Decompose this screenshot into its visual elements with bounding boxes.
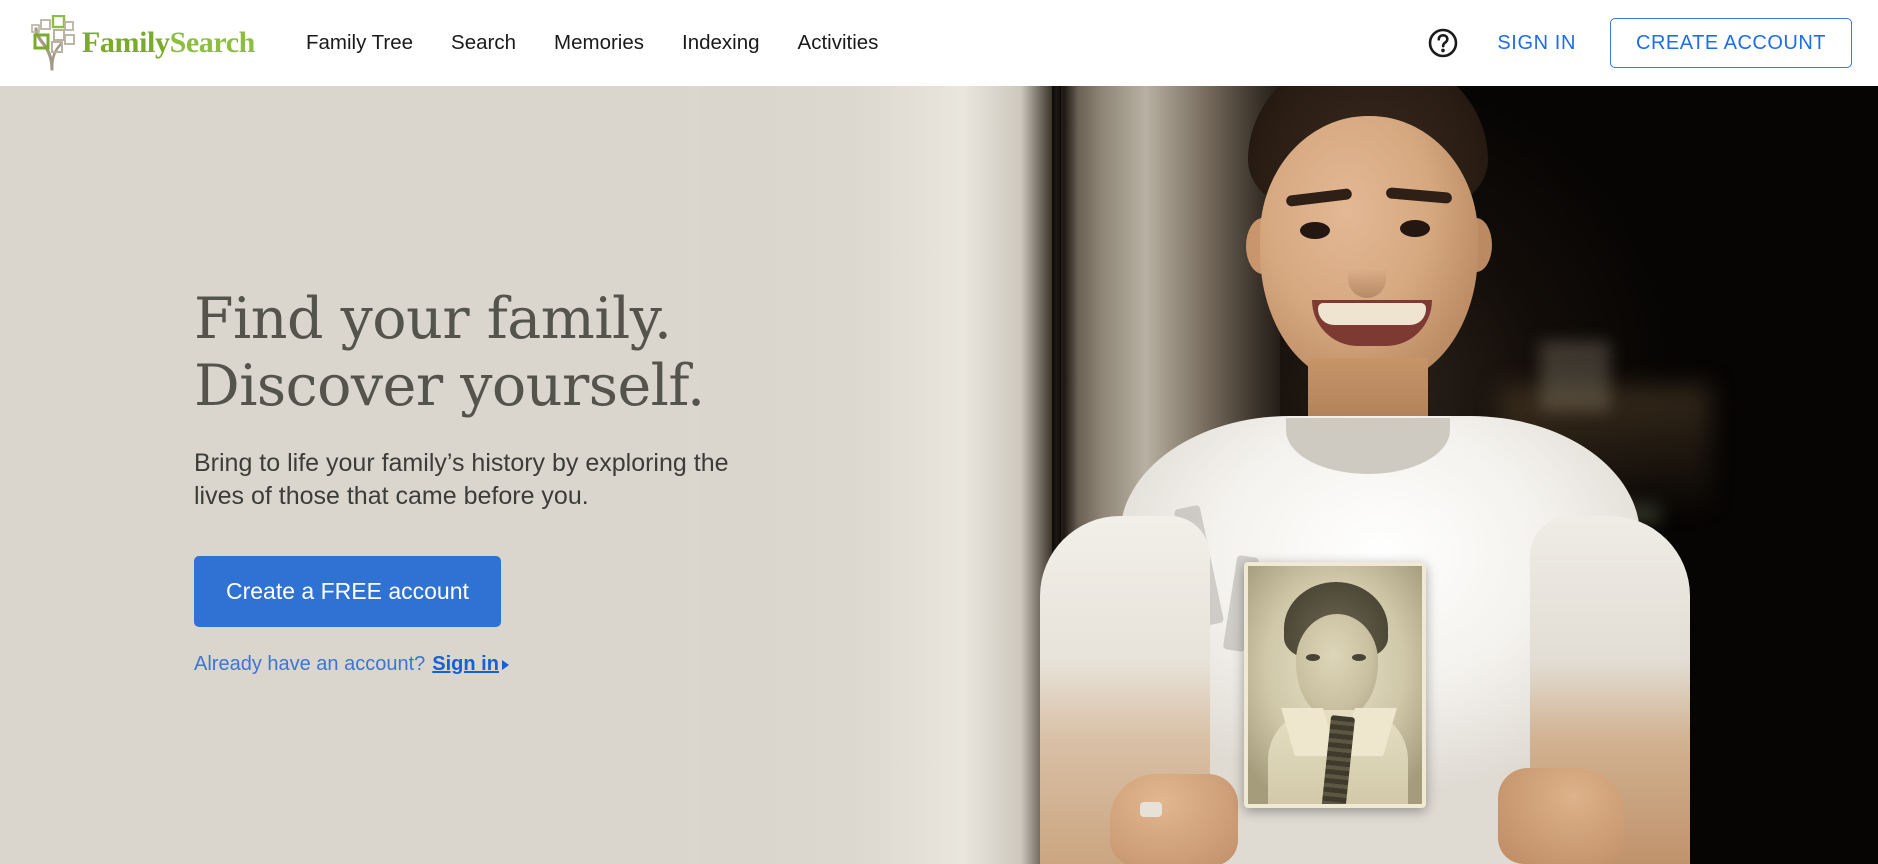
vintage-portrait-image [1248, 566, 1422, 804]
hero-sign-in-link[interactable]: Sign in [432, 653, 509, 676]
boy-ring [1140, 802, 1162, 817]
header-actions: SIGN IN CREATE ACCOUNT [1427, 18, 1852, 68]
family-tree-logo-icon [31, 15, 75, 71]
hero-subtitle: Bring to life your family’s history by e… [194, 448, 729, 511]
boy-hand-right [1498, 768, 1624, 864]
site-header: FamilySearch Family Tree Search Memories… [0, 0, 1878, 86]
main-navigation: Family Tree Search Memories Indexing Act… [287, 23, 897, 64]
hero-signin-row[interactable]: Already have an account? Sign in [194, 653, 814, 676]
logo-word-family: Family [82, 26, 170, 59]
boy-hand-left [1110, 774, 1238, 864]
boy-eye-left [1300, 222, 1330, 239]
familysearch-logo[interactable]: FamilySearch [28, 15, 255, 71]
hero-copy: Find your family. Discover yourself. Bri… [194, 286, 814, 676]
hero-signin-prompt: Already have an account? [194, 652, 426, 675]
create-free-account-button[interactable]: Create a FREE account [194, 555, 501, 627]
page-title: Find your family. Discover yourself. [194, 286, 814, 421]
nav-item-memories[interactable]: Memories [535, 23, 663, 64]
vintage-portrait-eye-left [1306, 654, 1320, 661]
sign-in-link[interactable]: SIGN IN [1497, 32, 1576, 55]
create-account-button[interactable]: CREATE ACCOUNT [1610, 18, 1852, 68]
nav-item-activities[interactable]: Activities [779, 23, 898, 64]
logo-wordmark: FamilySearch [82, 26, 255, 60]
logo-word-search: Search [169, 26, 256, 59]
caret-right-icon [501, 659, 509, 670]
vintage-portrait-face [1296, 614, 1378, 718]
hero-title-line-2: Discover yourself. [194, 353, 705, 420]
hero-section: Find your family. Discover yourself. Bri… [0, 86, 1878, 864]
nav-item-search[interactable]: Search [432, 23, 535, 64]
hero-sign-in-label: Sign in [432, 652, 499, 675]
boy-eye-right [1400, 220, 1430, 237]
nav-item-indexing[interactable]: Indexing [663, 23, 779, 64]
boy-nose [1348, 254, 1386, 298]
vintage-portrait-photo [1244, 562, 1426, 808]
help-circle-icon[interactable] [1427, 27, 1459, 59]
hero-title-line-1: Find your family. [194, 286, 672, 352]
nav-item-family-tree[interactable]: Family Tree [287, 23, 432, 64]
boy-teeth [1318, 303, 1426, 325]
vintage-portrait-eye-right [1352, 654, 1366, 661]
